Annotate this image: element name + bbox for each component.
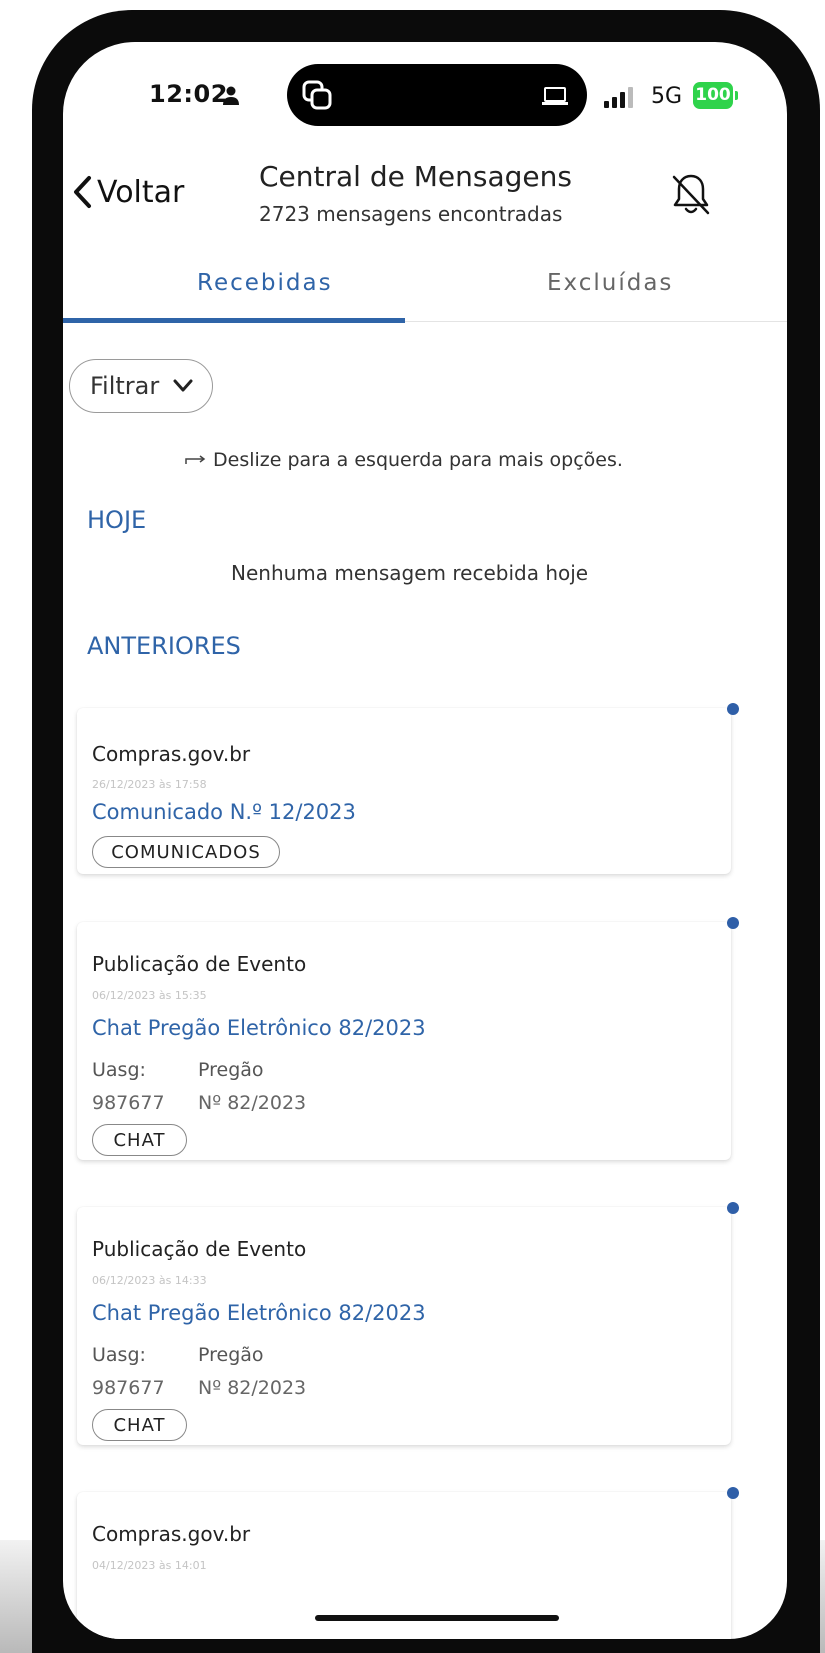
app-screen: 12:02 5G 100 Voltar Central de Mensagens…	[63, 42, 787, 1639]
message-tag[interactable]: CHAT	[92, 1409, 187, 1441]
battery-tip	[735, 91, 738, 100]
section-today-title: HOJE	[87, 506, 147, 534]
unread-indicator	[727, 1202, 739, 1214]
message-card[interactable]: Compras.gov.br 26/12/2023 às 17:58 Comun…	[77, 703, 739, 874]
message-date: 06/12/2023 às 14:33	[92, 1274, 207, 1287]
message-tag[interactable]: CHAT	[92, 1124, 187, 1156]
message-sender: Publicação de Evento	[92, 952, 307, 976]
back-label: Voltar	[97, 174, 185, 210]
message-tag-label: COMUNICADOS	[111, 841, 261, 863]
message-subject: Comunicado N.º 12/2023	[92, 800, 356, 824]
battery-icon: 100	[693, 82, 733, 109]
person-icon	[223, 86, 239, 105]
swipe-hint-text: Deslize para a esquerda para mais opções…	[213, 449, 623, 471]
message-card[interactable]: Publicação de Evento 06/12/2023 às 15:35…	[77, 917, 739, 1160]
message-sender: Publicação de Evento	[92, 1237, 307, 1261]
swipe-hint: Deslize para a esquerda para mais opções…	[185, 449, 623, 471]
laptop-icon	[542, 87, 568, 105]
message-sender: Compras.gov.br	[92, 742, 251, 766]
message-subject: Chat Pregão Eletrônico 82/2023	[92, 1301, 426, 1325]
pregao-value: Nº 82/2023	[198, 1092, 307, 1114]
dynamic-island	[287, 64, 587, 126]
home-indicator[interactable]	[315, 1615, 559, 1621]
message-card[interactable]: Publicação de Evento 06/12/2023 às 14:33…	[77, 1202, 739, 1445]
status-time: 12:02	[149, 80, 228, 108]
tab-received[interactable]: Recebidas	[197, 270, 333, 296]
message-count: 2723 mensagens encontradas	[259, 202, 563, 226]
uasg-label: Uasg:	[92, 1059, 146, 1081]
battery-level: 100	[695, 85, 731, 105]
tab-divider	[405, 321, 787, 322]
message-date: 26/12/2023 às 17:58	[92, 778, 207, 791]
unread-indicator	[727, 703, 739, 715]
tab-deleted[interactable]: Excluídas	[547, 270, 673, 296]
cellular-signal-icon	[604, 87, 633, 108]
uasg-value: 987677	[92, 1092, 165, 1114]
bell-off-icon[interactable]	[669, 172, 713, 218]
filter-button[interactable]: Filtrar	[69, 359, 213, 413]
back-button[interactable]: Voltar	[71, 172, 184, 212]
unread-indicator	[727, 1487, 739, 1499]
chevron-down-icon	[173, 379, 193, 392]
chevron-left-icon	[74, 176, 91, 208]
screen-mirroring-icon	[302, 80, 332, 110]
section-previous-title: ANTERIORES	[87, 632, 241, 660]
message-sender: Compras.gov.br	[92, 1522, 251, 1546]
swipe-arrow-icon	[185, 455, 206, 464]
message-tag-label: CHAT	[113, 1129, 166, 1151]
uasg-value: 987677	[92, 1377, 165, 1399]
message-tag-label: CHAT	[113, 1414, 166, 1436]
message-date: 04/12/2023 às 14:01	[92, 1559, 207, 1572]
pregao-value: Nº 82/2023	[198, 1377, 307, 1399]
filter-label: Filtrar	[90, 372, 160, 400]
phone-frame: 12:02 5G 100 Voltar Central de Mensagens…	[32, 10, 820, 1653]
message-date: 06/12/2023 às 15:35	[92, 989, 207, 1002]
active-tab-indicator	[63, 318, 405, 323]
uasg-label: Uasg:	[92, 1344, 146, 1366]
pregao-label: Pregão	[198, 1059, 264, 1081]
message-tag[interactable]: COMUNICADOS	[92, 836, 280, 868]
pregao-label: Pregão	[198, 1344, 264, 1366]
unread-indicator	[727, 917, 739, 929]
message-subject: Chat Pregão Eletrônico 82/2023	[92, 1016, 426, 1040]
page-title: Central de Mensagens	[259, 160, 572, 193]
empty-today-text: Nenhuma mensagem recebida hoje	[231, 561, 589, 585]
network-type: 5G	[651, 84, 683, 109]
